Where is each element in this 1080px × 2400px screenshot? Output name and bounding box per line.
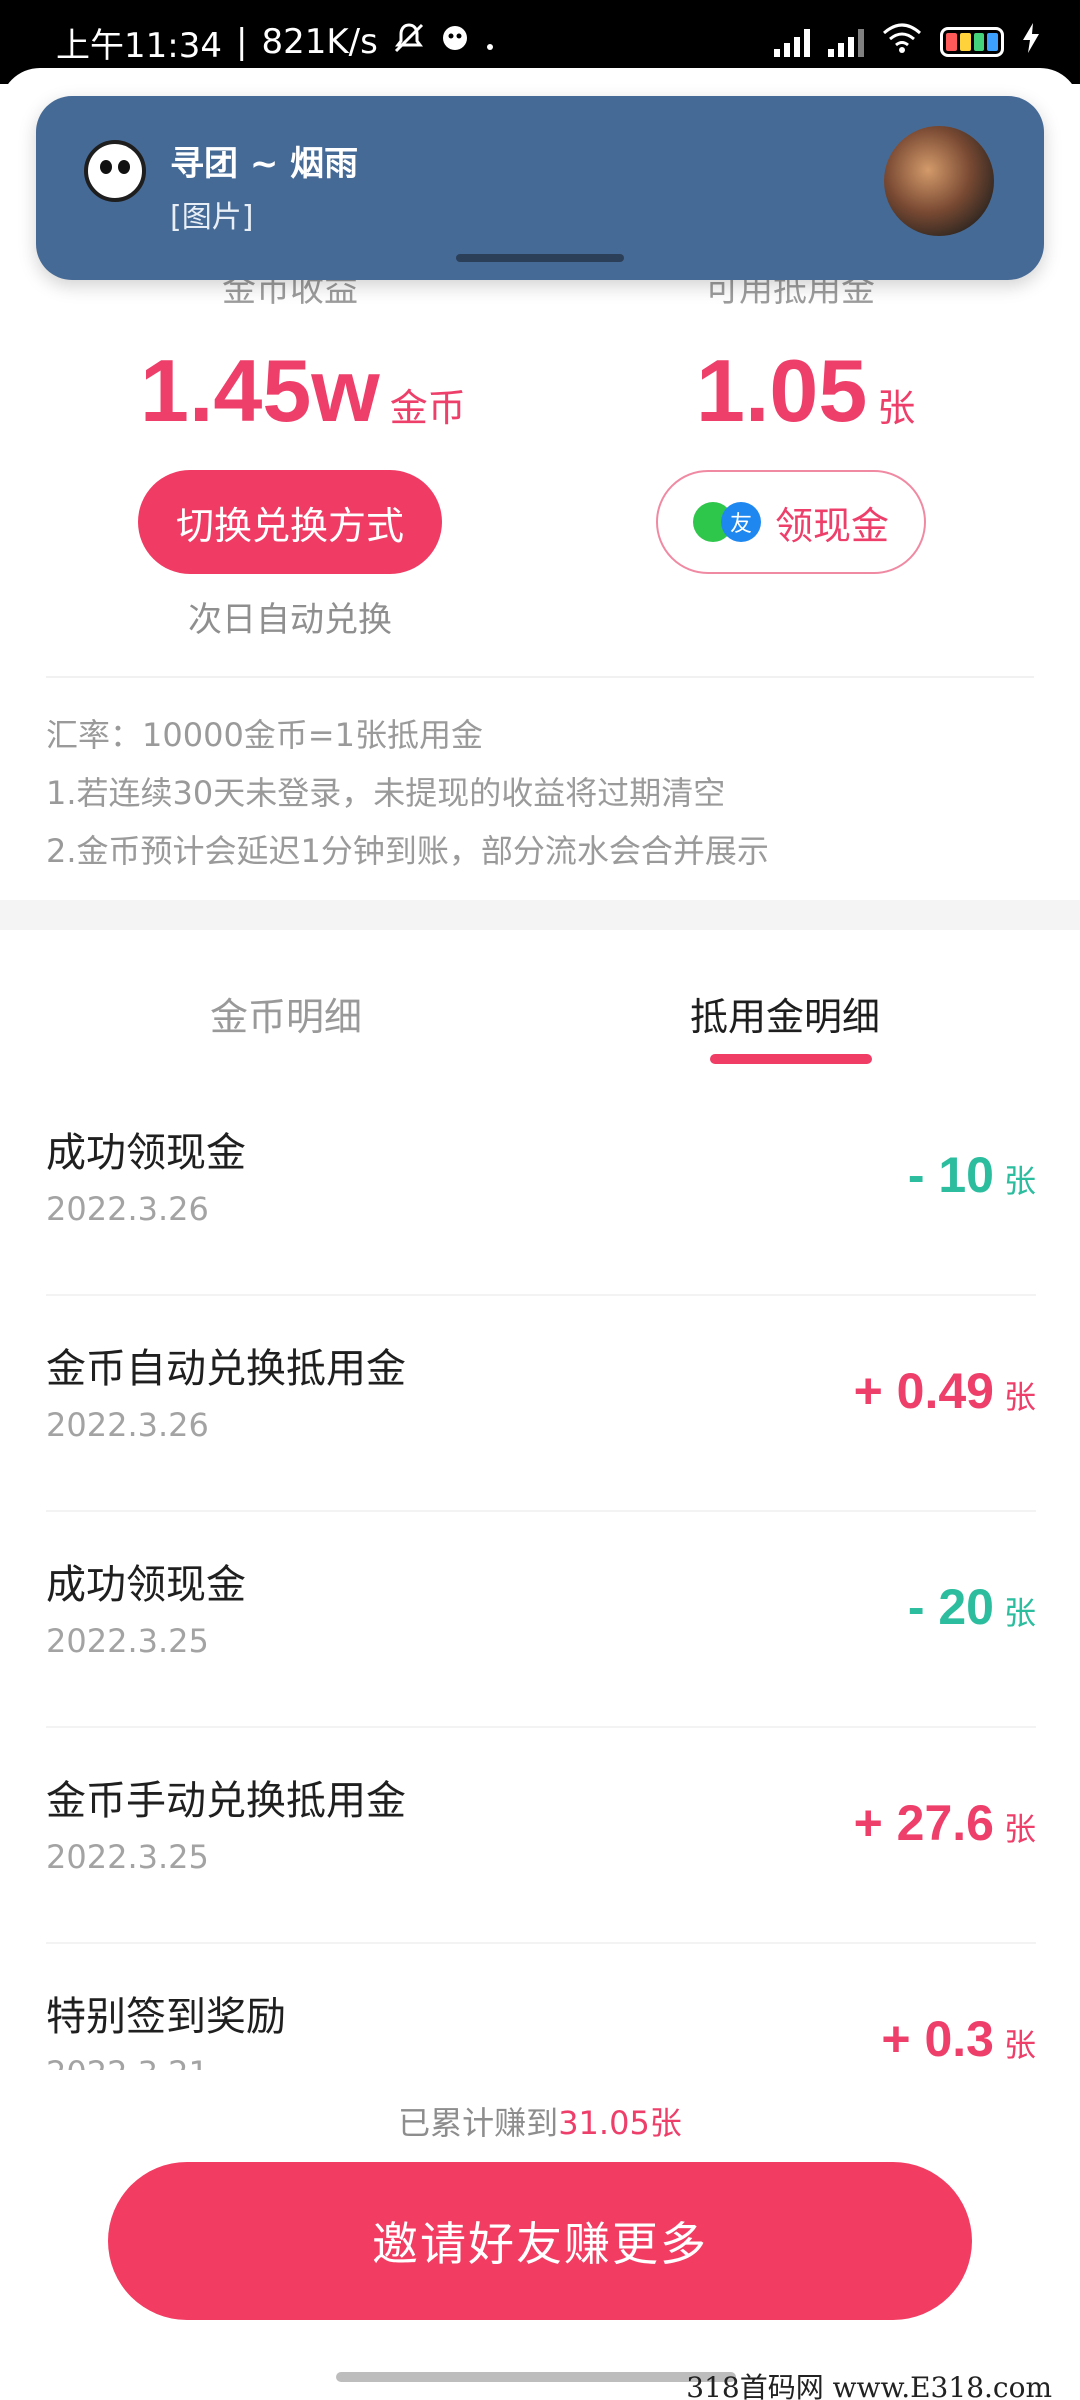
- notification-title: 寻团 ~ 烟雨: [170, 144, 359, 184]
- record-amount-unit: 张: [1003, 1378, 1036, 1416]
- record-amount: + 0.3 张: [881, 2010, 1036, 2068]
- notification-body: [图片]: [170, 200, 254, 235]
- signal-icon: [828, 27, 864, 57]
- record-amount-value: + 0.49: [853, 1363, 994, 1419]
- record-title: 成功领现金: [46, 1130, 246, 1176]
- record-title: 特别签到奖励: [46, 1994, 286, 2040]
- home-indicator[interactable]: [336, 2372, 736, 2382]
- friend-icon-char: 友: [720, 502, 761, 542]
- record-date: 2022.3.25: [46, 1622, 209, 1660]
- record-amount-value: + 27.6: [853, 1795, 994, 1851]
- status-speed: 821K/s: [261, 22, 378, 62]
- record-date: 2022.3.25: [46, 1838, 209, 1876]
- rule-2: 2.金币预计会延迟1分钟到账，部分流水会合并展示: [46, 832, 769, 870]
- get-cash-label: 领现金: [774, 503, 889, 548]
- list-item[interactable]: 成功领现金 2022.3.26 - 10 张: [46, 1080, 1036, 1296]
- record-amount: - 10 张: [908, 1146, 1036, 1204]
- switch-exchange-button[interactable]: 切换兑换方式: [138, 470, 442, 574]
- record-amount-unit: 张: [1003, 1594, 1036, 1632]
- list-item[interactable]: 成功领现金 2022.3.25 - 20 张: [46, 1512, 1036, 1728]
- record-amount-unit: 张: [1003, 2026, 1036, 2064]
- record-amount-unit: 张: [1003, 1810, 1036, 1848]
- tab-voucher-details[interactable]: 抵用金明细: [690, 986, 880, 1041]
- rules-text: 汇率：10000金币=1张抵用金 1.若连续30天未登录，未提现的收益将过期清空…: [46, 706, 769, 880]
- charging-icon: [1022, 22, 1040, 62]
- wifi-icon: [882, 22, 922, 62]
- total-earned-value: 31.05张: [558, 2104, 682, 2142]
- record-amount-value: - 20: [907, 1579, 994, 1635]
- dot-icon: [484, 22, 496, 62]
- wechat-friend-icon: 友: [692, 502, 765, 542]
- rule-rate: 汇率：10000金币=1张抵用金: [46, 716, 483, 754]
- coin-earnings-value: 1.45w 金币: [140, 340, 466, 442]
- app-icon: [440, 22, 470, 62]
- status-time: 上午11:34: [56, 25, 222, 66]
- notification-handle[interactable]: [456, 254, 624, 262]
- get-cash-button[interactable]: 友 领现金: [656, 470, 926, 574]
- divider: [46, 676, 1034, 678]
- coin-unit: 金币: [389, 386, 466, 430]
- voucher-unit: 张: [877, 386, 916, 430]
- record-amount-unit: 张: [1003, 1162, 1036, 1200]
- battery-icon: [940, 27, 1004, 57]
- record-amount: + 27.6 张: [854, 1794, 1036, 1852]
- total-earned-text: 已累计赚到31.05张: [0, 2098, 1080, 2144]
- total-earned-prefix: 已累计赚到: [398, 2104, 559, 2142]
- hd-signal-icon: [774, 27, 810, 57]
- auto-exchange-text: 次日自动兑换: [188, 600, 392, 640]
- status-separator: |: [235, 22, 248, 62]
- notification-banner[interactable]: 寻团 ~ 烟雨 [图片]: [36, 96, 1044, 280]
- record-title: 金币手动兑换抵用金: [46, 1778, 406, 1824]
- record-amount: + 0.49 张: [854, 1362, 1036, 1420]
- record-date: 2022.3.26: [46, 1190, 209, 1228]
- record-amount: - 20 张: [908, 1578, 1036, 1636]
- record-date: 2022.3.26: [46, 1406, 209, 1444]
- list-item[interactable]: 金币手动兑换抵用金 2022.3.25 + 27.6 张: [46, 1728, 1036, 1944]
- section-gap: [0, 900, 1080, 930]
- rule-1: 1.若连续30天未登录，未提现的收益将过期清空: [46, 774, 726, 812]
- voucher-value: 1.05: [696, 341, 868, 440]
- tab-coin-details[interactable]: 金币明细: [210, 986, 362, 1041]
- qq-app-icon: [84, 140, 146, 202]
- record-amount-value: + 0.3: [881, 2011, 994, 2067]
- list-item[interactable]: 金币自动兑换抵用金 2022.3.26 + 0.49 张: [46, 1296, 1036, 1512]
- active-tab-indicator: [710, 1054, 872, 1064]
- voucher-value-group: 1.05 张: [696, 340, 915, 442]
- invite-friends-button[interactable]: 邀请好友赚更多: [108, 2162, 972, 2320]
- sender-avatar: [884, 126, 994, 236]
- record-title: 成功领现金: [46, 1562, 246, 1608]
- coin-value: 1.45w: [140, 341, 380, 440]
- record-amount-value: - 10: [907, 1147, 994, 1203]
- mute-bell-icon: [392, 21, 426, 64]
- watermark: 318首码网 www.E318.com: [686, 2371, 1052, 2400]
- record-title: 金币自动兑换抵用金: [46, 1346, 406, 1392]
